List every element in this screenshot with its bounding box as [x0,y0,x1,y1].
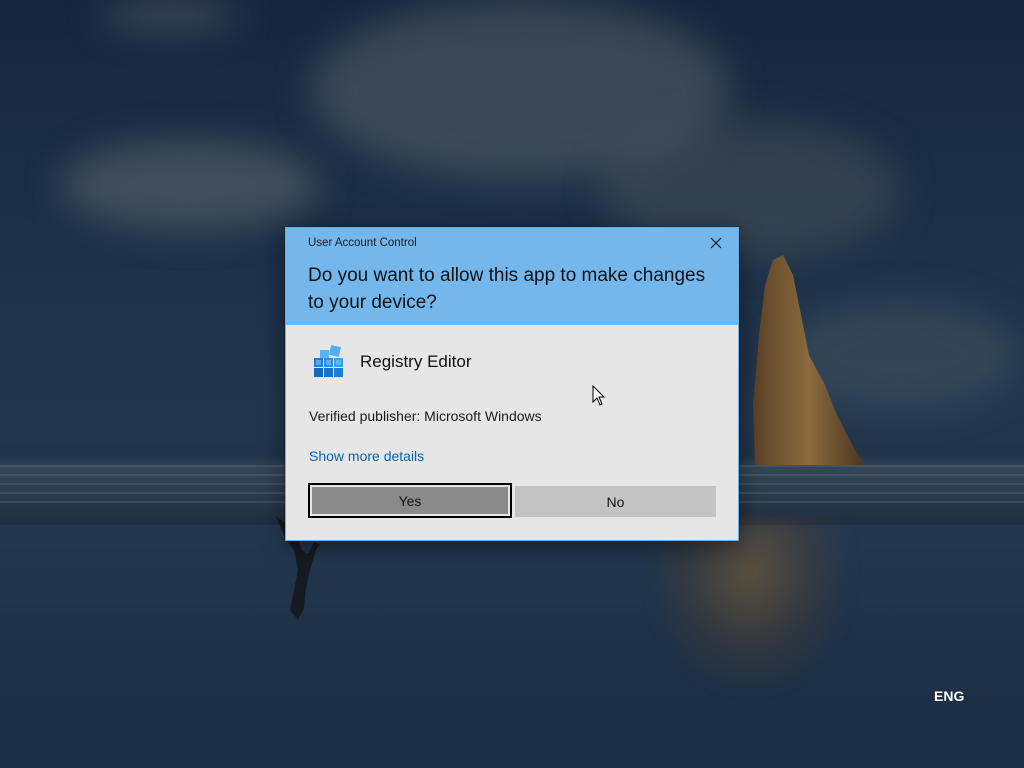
uac-header: User Account Control Do you want to allo… [286,228,738,325]
app-row: Registry Editor [312,344,471,380]
cloud [100,0,240,30]
app-name: Registry Editor [360,352,472,371]
secure-desktop: User Account Control Do you want to allo… [0,0,1024,768]
sea-stack-rock [753,255,865,465]
rock-reflection [650,520,850,690]
close-button[interactable] [702,232,730,254]
cloud [780,300,1020,410]
yes-button-label: Yes [312,487,508,514]
cloud [310,0,730,180]
cloud [60,140,320,230]
dialog-question: Do you want to allow this app to make ch… [308,265,706,313]
show-more-details-link[interactable]: Show more details [309,448,424,464]
dialog-caption: User Account Control [308,237,417,249]
mouse-cursor-icon [592,385,606,406]
language-indicator[interactable]: ENG [934,688,964,704]
verified-publisher: Verified publisher: Microsoft Windows [309,408,542,424]
no-button[interactable]: No [515,486,716,517]
wet-sand [0,525,1024,768]
close-icon [710,237,722,249]
uac-dialog: User Account Control Do you want to allo… [285,227,739,541]
registry-editor-icon [314,345,343,377]
yes-button[interactable]: Yes [308,483,512,518]
